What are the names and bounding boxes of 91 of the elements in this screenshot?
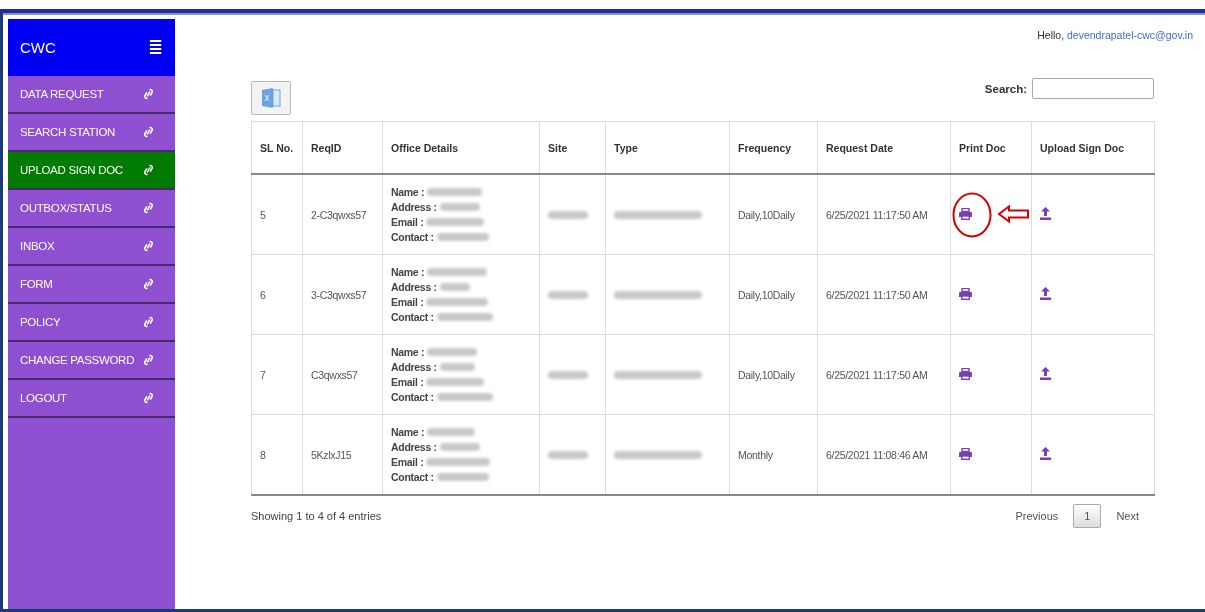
field-label: Name : bbox=[391, 264, 425, 280]
pagination-button[interactable]: Next bbox=[1111, 504, 1144, 528]
menu-toggle[interactable]: ≣ bbox=[148, 36, 163, 59]
link-icon bbox=[144, 126, 153, 138]
printer-icon[interactable] bbox=[959, 367, 972, 380]
greeting-text: Hello, bbox=[1037, 29, 1066, 41]
upload-icon[interactable] bbox=[1040, 207, 1051, 220]
column-header[interactable]: Print Doc bbox=[950, 121, 1032, 174]
upload-icon[interactable] bbox=[1040, 287, 1051, 300]
table-cell: 2-C3qwxs57 bbox=[302, 174, 383, 255]
field-label: Email : bbox=[391, 214, 424, 230]
table-cell: 6/25/2021 11:17:50 AM bbox=[817, 254, 951, 335]
redacted-text bbox=[426, 378, 485, 386]
sidebar-item[interactable]: UPLOAD SIGN DOC bbox=[8, 152, 175, 190]
link-icon bbox=[144, 164, 153, 176]
printer-icon[interactable] bbox=[959, 447, 972, 460]
redacted-text bbox=[436, 473, 489, 481]
upload-icon[interactable] bbox=[1040, 447, 1051, 460]
user-email-link[interactable]: devendrapatel-cwc@gov.in bbox=[1066, 29, 1193, 41]
table-cell: Monthly bbox=[729, 414, 818, 495]
brand-title: CWC bbox=[20, 39, 56, 56]
spreadsheet-icon bbox=[261, 87, 281, 109]
link-icon bbox=[144, 278, 153, 290]
column-header[interactable]: Office Details bbox=[382, 121, 540, 174]
field-label: Address : bbox=[391, 439, 437, 455]
table-cell: 6/25/2021 11:17:50 AM bbox=[817, 334, 951, 415]
field-label: Contact : bbox=[391, 389, 434, 405]
redacted-text bbox=[439, 203, 480, 211]
pagination-button[interactable]: Previous bbox=[1010, 504, 1064, 528]
redacted-text bbox=[548, 370, 588, 379]
field-label: Name : bbox=[391, 424, 425, 440]
column-header[interactable]: Upload Sign Doc bbox=[1031, 121, 1155, 174]
column-header[interactable]: Frequency bbox=[729, 121, 818, 174]
table-cell: 5KzlxJ15 bbox=[302, 414, 383, 495]
field-label: Email : bbox=[391, 374, 424, 390]
link-icon bbox=[144, 202, 153, 214]
upload-icon[interactable] bbox=[1040, 367, 1051, 380]
search-label: Search: bbox=[984, 82, 1027, 95]
arrow-icon bbox=[997, 205, 1030, 223]
field-label: Name : bbox=[391, 184, 425, 200]
redacted-text bbox=[436, 393, 493, 401]
field-label: Address : bbox=[391, 199, 437, 215]
table-cell: 7 bbox=[251, 334, 303, 415]
redacted-text bbox=[436, 313, 493, 321]
field-label: Address : bbox=[391, 359, 437, 375]
field-label: Address : bbox=[391, 279, 437, 295]
table-cell: Daily,10Daily bbox=[729, 334, 818, 415]
column-header[interactable]: Type bbox=[605, 121, 730, 174]
table-cell: 6/25/2021 11:08:46 AM bbox=[817, 414, 951, 495]
link-icon bbox=[144, 240, 153, 252]
table-cell: Daily,10Daily bbox=[729, 254, 818, 335]
redacted-text bbox=[439, 363, 475, 371]
redacted-text bbox=[426, 298, 489, 306]
redacted-text bbox=[426, 458, 491, 466]
redacted-text bbox=[439, 443, 480, 451]
entries-info: Showing 1 to 4 of 4 entries bbox=[251, 510, 382, 522]
redacted-text bbox=[548, 450, 588, 459]
table-cell: Daily,10Daily bbox=[729, 174, 818, 255]
table-cell: 8 bbox=[251, 414, 303, 495]
printer-icon[interactable] bbox=[959, 287, 972, 300]
redacted-text bbox=[427, 268, 488, 276]
printer-icon[interactable] bbox=[959, 207, 972, 220]
field-label: Contact : bbox=[391, 309, 434, 325]
column-header[interactable]: Request Date bbox=[817, 121, 951, 174]
field-label: Contact : bbox=[391, 229, 434, 245]
field-label: Email : bbox=[391, 294, 424, 310]
pagination-button[interactable]: 1 bbox=[1073, 504, 1102, 528]
table-cell: 5 bbox=[251, 174, 303, 255]
redacted-text bbox=[427, 428, 476, 436]
table-cell: 6/25/2021 11:17:50 AM bbox=[817, 174, 951, 255]
redacted-text bbox=[439, 283, 470, 291]
search-field[interactable] bbox=[1032, 78, 1154, 99]
link-icon bbox=[144, 316, 153, 328]
redacted-text bbox=[548, 210, 588, 219]
column-header[interactable]: Site bbox=[539, 121, 606, 174]
redacted-text bbox=[427, 348, 478, 356]
field-label: Email : bbox=[391, 454, 424, 470]
redacted-text bbox=[436, 233, 489, 241]
link-icon bbox=[144, 354, 153, 366]
column-header[interactable]: ReqID bbox=[302, 121, 383, 174]
field-label: Contact : bbox=[391, 469, 434, 485]
column-header[interactable]: SL No. bbox=[251, 121, 303, 174]
table-cell: 6 bbox=[251, 254, 303, 335]
table-cell: C3qwxs57 bbox=[302, 334, 383, 415]
redacted-text bbox=[426, 218, 485, 226]
redacted-text bbox=[427, 188, 483, 196]
table-cell: 3-C3qwxs57 bbox=[302, 254, 383, 335]
link-icon bbox=[144, 88, 153, 100]
link-icon bbox=[144, 392, 153, 404]
field-label: Name : bbox=[391, 344, 425, 360]
redacted-text bbox=[548, 290, 588, 299]
